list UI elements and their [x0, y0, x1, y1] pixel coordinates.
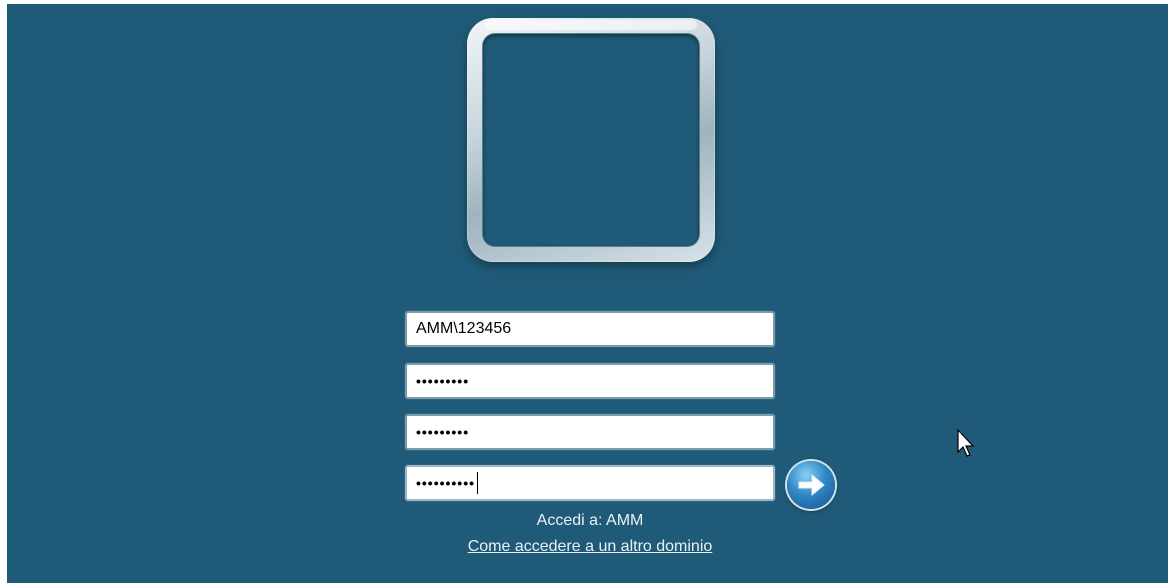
submit-button[interactable] — [787, 461, 835, 509]
avatar-glow — [485, 20, 697, 30]
other-domain-link[interactable]: Come accedere a un altro dominio — [405, 538, 775, 556]
text-caret — [477, 472, 479, 494]
username-field[interactable]: AMM\123456 — [405, 311, 775, 347]
user-avatar-picture — [483, 34, 699, 246]
new-password-field[interactable]: ••••••••• — [405, 414, 775, 450]
domain-info-text: Accedi a: AMM — [536, 512, 644, 529]
arrow-right-icon — [798, 473, 825, 497]
password-value: ••••••••• — [416, 373, 470, 389]
password-field[interactable]: ••••••••• — [405, 363, 775, 399]
username-value: AMM\123456 — [416, 320, 512, 337]
confirm-password-field[interactable]: •••••••••• — [405, 465, 775, 501]
new-password-value: ••••••••• — [416, 424, 470, 440]
confirm-password-value: •••••••••• — [416, 475, 476, 491]
user-avatar-frame — [467, 18, 715, 262]
mouse-pointer-icon — [957, 428, 977, 463]
login-screen: AMM\123456 ••••••••• ••••••••• •••••••••… — [7, 4, 1168, 583]
